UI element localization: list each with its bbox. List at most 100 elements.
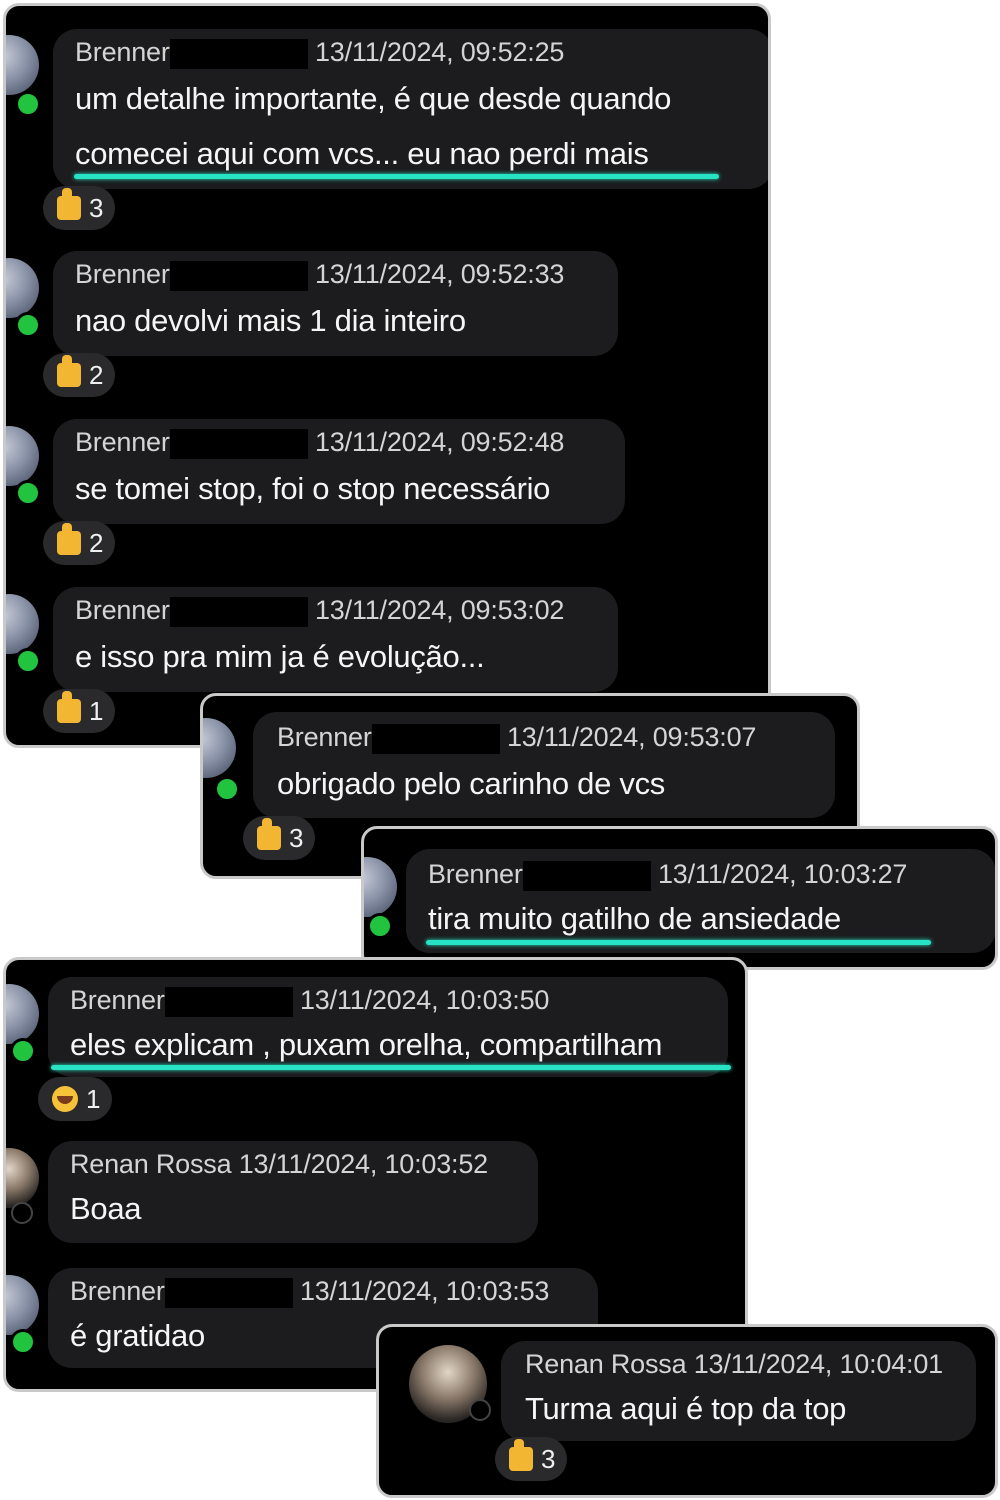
thumbs-up-icon bbox=[57, 691, 81, 723]
reaction-count: 2 bbox=[89, 527, 104, 558]
message-bubble[interactable]: Renan Rossa 13/11/2024, 10:03:52 Boaa bbox=[48, 1141, 538, 1243]
reaction-thumbs-up[interactable]: 2 bbox=[43, 521, 116, 565]
timestamp: 13/11/2024, 10:03:27 bbox=[657, 859, 908, 889]
avatar[interactable] bbox=[364, 857, 397, 917]
offline-status-icon bbox=[11, 1202, 33, 1224]
message-header: Brenner 13/11/2024, 09:53:07 bbox=[277, 722, 756, 754]
message-header: Brenner 13/11/2024, 09:52:33 bbox=[75, 259, 564, 291]
online-status-icon bbox=[10, 1329, 36, 1355]
reaction-count: 2 bbox=[89, 359, 104, 390]
author-name[interactable]: Brenner bbox=[428, 859, 523, 889]
avatar[interactable] bbox=[6, 426, 39, 486]
message-text: eles explicam , puxam orelha, compartilh… bbox=[70, 1027, 663, 1062]
author-name[interactable]: Brenner bbox=[70, 985, 165, 1015]
offline-status-icon bbox=[469, 1399, 491, 1421]
message-header: Brenner 13/11/2024, 09:52:48 bbox=[75, 427, 564, 459]
author-name[interactable]: Renan Rossa bbox=[70, 1149, 232, 1179]
timestamp: 13/11/2024, 09:52:33 bbox=[314, 259, 565, 289]
avatar[interactable] bbox=[6, 594, 39, 654]
timestamp: 13/11/2024, 09:53:07 bbox=[506, 722, 757, 752]
timestamp: 13/11/2024, 10:04:01 bbox=[693, 1349, 943, 1379]
online-status-icon bbox=[214, 776, 240, 802]
redacted-surname bbox=[522, 860, 651, 891]
avatar[interactable] bbox=[6, 1148, 39, 1208]
redacted-surname bbox=[164, 986, 293, 1017]
message-bubble[interactable]: Brenner 13/11/2024, 09:52:48 se tomei st… bbox=[53, 419, 625, 524]
avatar[interactable] bbox=[6, 984, 39, 1044]
timestamp: 13/11/2024, 09:52:48 bbox=[314, 427, 565, 457]
redacted-surname bbox=[371, 723, 500, 754]
reaction-rofl[interactable]: 1 bbox=[38, 1077, 113, 1121]
message-text: nao devolvi mais 1 dia inteiro bbox=[75, 303, 466, 338]
highlight-underline bbox=[74, 174, 719, 179]
message-bubble[interactable]: Brenner 13/11/2024, 10:03:50 eles explic… bbox=[48, 977, 728, 1077]
rofl-emoji-icon bbox=[52, 1086, 78, 1112]
author-name[interactable]: Brenner bbox=[75, 37, 170, 67]
reaction-count: 3 bbox=[289, 822, 304, 853]
online-status-icon bbox=[10, 1038, 36, 1064]
message-bubble[interactable]: Brenner 13/11/2024, 09:53:07 obrigado pe… bbox=[253, 712, 835, 818]
thumbs-up-icon bbox=[57, 355, 81, 387]
avatar[interactable] bbox=[6, 258, 39, 318]
timestamp: 13/11/2024, 10:03:52 bbox=[238, 1149, 488, 1179]
message-header: Brenner 13/11/2024, 09:52:25 bbox=[75, 37, 564, 69]
message-text: se tomei stop, foi o stop necessário bbox=[75, 471, 551, 506]
message-header: Renan Rossa 13/11/2024, 10:03:52 bbox=[70, 1149, 488, 1180]
avatar[interactable] bbox=[203, 718, 236, 778]
author-name[interactable]: Brenner bbox=[75, 595, 170, 625]
message-text: Turma aqui é top da top bbox=[525, 1391, 847, 1426]
highlight-underline bbox=[426, 940, 931, 945]
highlight-underline bbox=[51, 1065, 731, 1070]
chat-card-5: Renan Rossa 13/11/2024, 10:04:01 Turma a… bbox=[376, 1324, 998, 1498]
message-header: Brenner 13/11/2024, 09:53:02 bbox=[75, 595, 564, 627]
reaction-thumbs-up[interactable]: 2 bbox=[43, 353, 116, 397]
reaction-thumbs-up[interactable]: 1 bbox=[43, 689, 116, 733]
online-status-icon bbox=[15, 91, 41, 117]
redacted-surname bbox=[169, 260, 308, 291]
timestamp: 13/11/2024, 09:52:25 bbox=[314, 37, 565, 67]
redacted-surname bbox=[169, 596, 308, 627]
chat-card-1: Brenner 13/11/2024, 09:52:25 um detalhe … bbox=[3, 3, 771, 748]
message-text: obrigado pelo carinho de vcs bbox=[277, 766, 665, 801]
message-header: Brenner 13/11/2024, 10:03:53 bbox=[70, 1276, 549, 1308]
author-name[interactable]: Renan Rossa bbox=[525, 1349, 687, 1379]
message-bubble[interactable]: Brenner 13/11/2024, 09:52:33 nao devolvi… bbox=[53, 251, 618, 356]
author-name[interactable]: Brenner bbox=[70, 1276, 165, 1306]
reaction-thumbs-up[interactable]: 3 bbox=[495, 1437, 568, 1481]
message-text: é gratidao bbox=[70, 1318, 205, 1353]
message-text: e isso pra mim ja é evolução... bbox=[75, 639, 485, 674]
redacted-surname bbox=[169, 428, 308, 459]
message-header: Renan Rossa 13/11/2024, 10:04:01 bbox=[525, 1349, 943, 1380]
redacted-surname bbox=[169, 38, 308, 69]
reaction-thumbs-up[interactable]: 3 bbox=[43, 186, 116, 230]
thumbs-up-icon bbox=[509, 1439, 533, 1471]
message-header: Brenner 13/11/2024, 10:03:27 bbox=[428, 859, 907, 891]
author-name[interactable]: Brenner bbox=[75, 259, 170, 289]
author-name[interactable]: Brenner bbox=[277, 722, 372, 752]
online-status-icon bbox=[15, 648, 41, 674]
message-bubble[interactable]: Renan Rossa 13/11/2024, 10:04:01 Turma a… bbox=[501, 1341, 976, 1441]
message-bubble[interactable]: Brenner 13/11/2024, 10:03:27 tira muito … bbox=[406, 849, 995, 953]
redacted-surname bbox=[164, 1277, 293, 1308]
reaction-count: 3 bbox=[541, 1443, 556, 1474]
timestamp: 13/11/2024, 10:03:50 bbox=[299, 985, 550, 1015]
message-text: comecei aqui com vcs... eu nao perdi mai… bbox=[75, 136, 649, 171]
chat-card-3: Brenner 13/11/2024, 10:03:27 tira muito … bbox=[361, 826, 998, 970]
reaction-count: 1 bbox=[89, 695, 104, 726]
message-bubble[interactable]: Brenner 13/11/2024, 09:52:25 um detalhe … bbox=[53, 29, 768, 189]
reaction-thumbs-up[interactable]: 3 bbox=[243, 816, 316, 860]
timestamp: 13/11/2024, 09:53:02 bbox=[314, 595, 565, 625]
online-status-icon bbox=[367, 913, 393, 939]
avatar[interactable] bbox=[6, 1275, 39, 1335]
message-text: Boaa bbox=[70, 1191, 142, 1226]
online-status-icon bbox=[15, 312, 41, 338]
thumbs-up-icon bbox=[257, 818, 281, 850]
message-text: tira muito gatilho de ansiedade bbox=[428, 901, 841, 936]
reaction-count: 1 bbox=[86, 1083, 101, 1114]
message-bubble[interactable]: Brenner 13/11/2024, 09:53:02 e isso pra … bbox=[53, 587, 618, 692]
online-status-icon bbox=[15, 480, 41, 506]
avatar[interactable] bbox=[6, 35, 39, 95]
author-name[interactable]: Brenner bbox=[75, 427, 170, 457]
reaction-count: 3 bbox=[89, 192, 104, 223]
thumbs-up-icon bbox=[57, 523, 81, 555]
